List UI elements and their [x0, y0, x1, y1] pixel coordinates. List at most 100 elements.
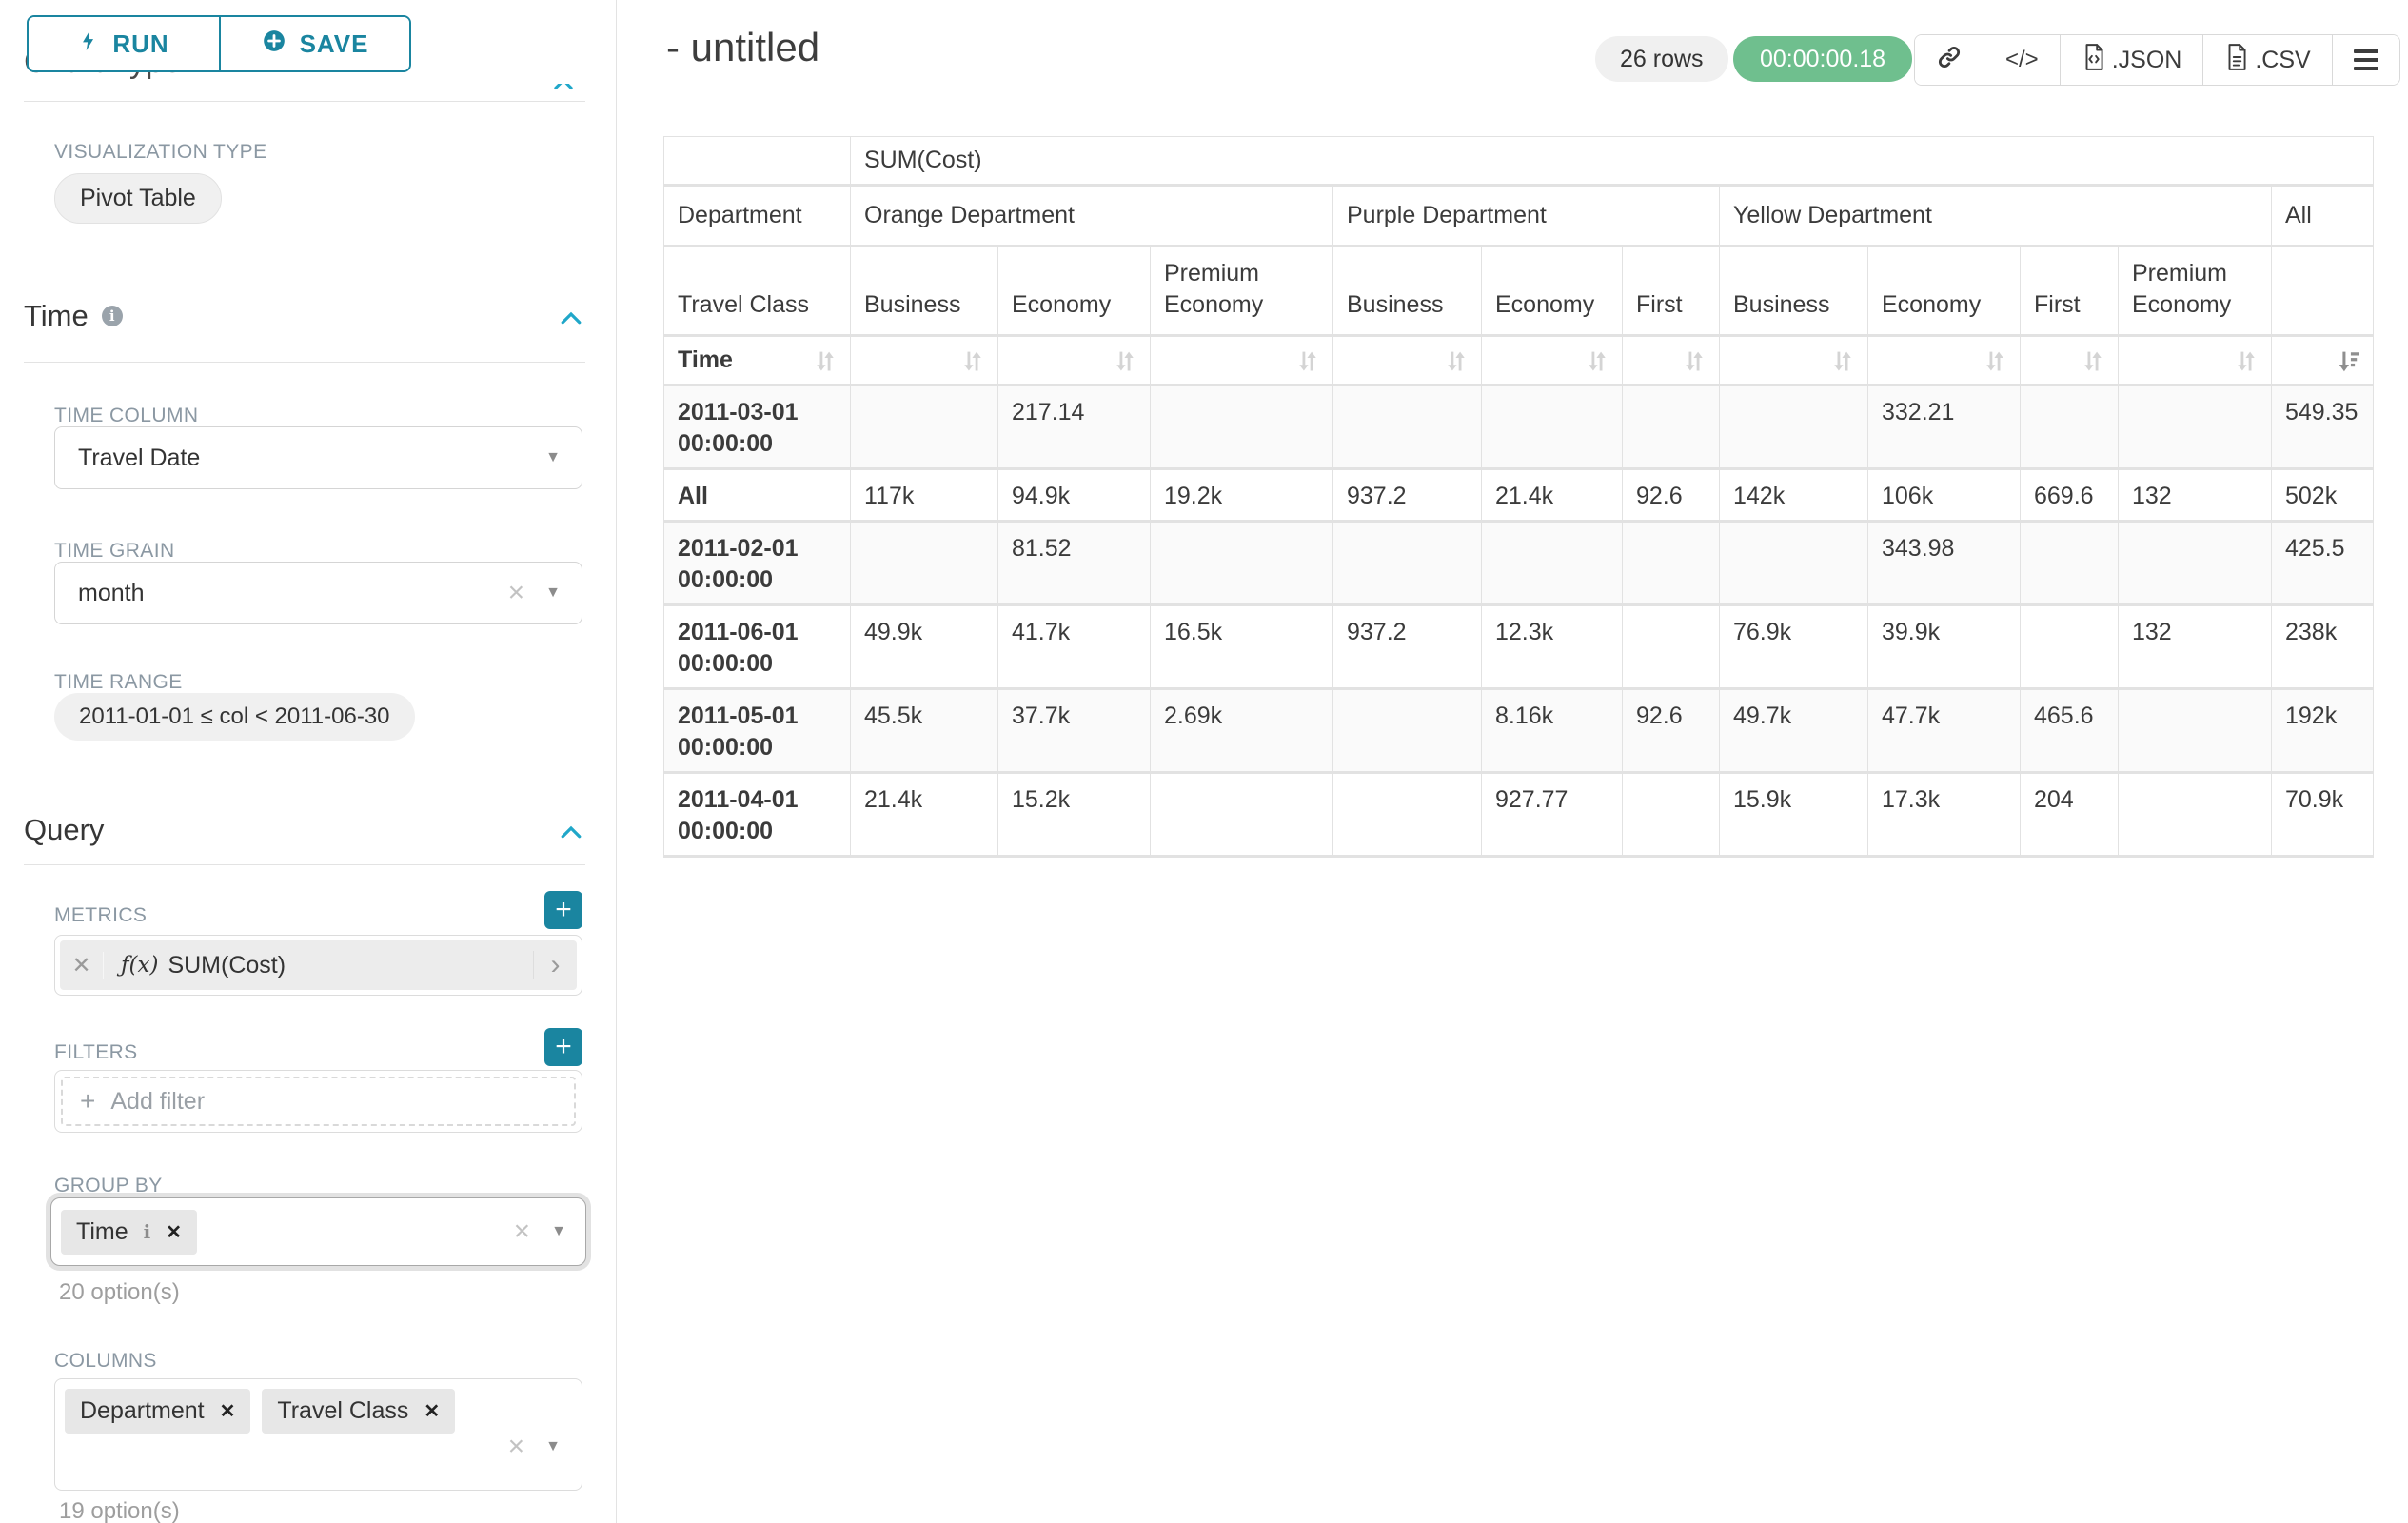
- row-axis-sort-header[interactable]: Time: [664, 337, 851, 386]
- sort-icon[interactable]: [812, 347, 839, 374]
- filters-label: FILTERS: [54, 1041, 138, 1064]
- pivot-cell: 549.35: [2272, 386, 2374, 470]
- export-json-button[interactable]: .JSON: [2060, 35, 2203, 85]
- columns-select[interactable]: Department✕Travel Class✕ × ▼: [54, 1378, 582, 1491]
- sort-icon[interactable]: [2080, 347, 2106, 374]
- time-section-title: Time i: [24, 299, 123, 333]
- column-sort-header[interactable]: [1868, 337, 2021, 386]
- share-link-button[interactable]: [1915, 35, 1984, 85]
- column-sort-header[interactable]: [2021, 337, 2119, 386]
- column-sort-header[interactable]: [2272, 337, 2374, 386]
- visualization-type-value[interactable]: Pivot Table: [54, 173, 222, 224]
- column-header: Business: [1720, 247, 1868, 337]
- sort-icon[interactable]: [1294, 347, 1321, 374]
- column-sort-header[interactable]: [1151, 337, 1333, 386]
- group-by-select[interactable]: Timei✕ × ▼: [50, 1197, 586, 1266]
- clear-icon[interactable]: ×: [514, 1217, 531, 1246]
- sort-icon[interactable]: [959, 347, 986, 374]
- remove-pill-icon[interactable]: ✕: [166, 1220, 182, 1244]
- pivot-cell: 49.9k: [851, 606, 998, 690]
- row-header: 2011-06-01 00:00:00: [664, 606, 851, 690]
- clear-icon[interactable]: ×: [508, 1433, 525, 1461]
- sort-icon[interactable]: [1829, 347, 1856, 374]
- info-icon: i: [102, 306, 123, 326]
- pivot-cell: 343.98: [1868, 523, 2021, 606]
- chevron-right-icon[interactable]: ›: [533, 951, 577, 979]
- pivot-cell: 37.7k: [998, 690, 1151, 774]
- column-header: First: [1623, 247, 1720, 337]
- json-file-icon: [2082, 43, 2106, 78]
- filters-control: + Add filter: [54, 1070, 582, 1133]
- sort-descending-icon[interactable]: [2335, 347, 2361, 374]
- run-button[interactable]: RUN: [29, 17, 219, 70]
- pivot-cell: 425.5: [2272, 523, 2374, 606]
- pivot-cell: 106k: [1868, 470, 2021, 523]
- column-header: First: [2021, 247, 2119, 337]
- sort-icon[interactable]: [1584, 347, 1610, 374]
- code-icon: </>: [2005, 47, 2039, 73]
- column-sort-header[interactable]: [1720, 337, 1868, 386]
- time-column-select[interactable]: Travel Date ▼: [54, 426, 582, 489]
- sort-icon[interactable]: [1681, 347, 1707, 374]
- clear-icon[interactable]: ×: [508, 579, 525, 607]
- pivot-corner: [664, 137, 851, 187]
- pivot-cell: [1151, 386, 1333, 470]
- add-filter-button[interactable]: +: [544, 1028, 582, 1066]
- page-title[interactable]: - untitled: [666, 25, 819, 70]
- sort-icon[interactable]: [2233, 347, 2260, 374]
- column-sort-header[interactable]: [998, 337, 1151, 386]
- export-csv-button[interactable]: .CSV: [2202, 35, 2331, 85]
- link-icon: [1936, 44, 1963, 77]
- run-save-button-group: RUN SAVE: [27, 15, 411, 72]
- pivot-cell: 16.5k: [1151, 606, 1333, 690]
- column-sort-header[interactable]: [2119, 337, 2272, 386]
- add-filter-dropzone[interactable]: + Add filter: [61, 1077, 576, 1126]
- columns-pill[interactable]: Department✕: [65, 1389, 250, 1434]
- table-row: 2011-05-01 00:00:0045.5k37.7k2.69k8.16k9…: [664, 690, 2374, 774]
- remove-pill-icon[interactable]: ✕: [424, 1399, 440, 1423]
- pivot-cell: 2.69k: [1151, 690, 1333, 774]
- sort-icon[interactable]: [1443, 347, 1470, 374]
- remove-pill-icon[interactable]: ✕: [220, 1399, 236, 1423]
- sort-icon[interactable]: [1112, 347, 1138, 374]
- time-grain-select[interactable]: month × ▼: [54, 562, 582, 624]
- pivot-cell: 217.14: [998, 386, 1151, 470]
- time-collapse-icon[interactable]: [557, 305, 585, 338]
- pivot-cell: 937.2: [1333, 470, 1482, 523]
- pivot-cell: 39.9k: [1868, 606, 2021, 690]
- query-collapse-icon[interactable]: [557, 819, 585, 852]
- pivot-cell: 15.2k: [998, 774, 1151, 858]
- pivot-cell: [1151, 523, 1333, 606]
- pivot-cell: 142k: [1720, 470, 1868, 523]
- pivot-cell: 47.7k: [1868, 690, 2021, 774]
- section-divider: [24, 864, 585, 865]
- chart-panel: - untitled 26 rows 00:00:00.18 </> .JSON…: [617, 0, 2408, 1523]
- remove-metric-icon[interactable]: ✕: [60, 952, 104, 979]
- section-divider: [24, 101, 585, 102]
- chart-type-collapse-icon[interactable]: [550, 84, 577, 93]
- menu-button[interactable]: [2332, 35, 2399, 85]
- columns-pill[interactable]: Travel Class✕: [262, 1389, 455, 1434]
- visualization-type-label: VISUALIZATION TYPE: [54, 141, 266, 164]
- pivot-cell: [1482, 386, 1623, 470]
- column-sort-header[interactable]: [1333, 337, 1482, 386]
- time-range-value[interactable]: 2011-01-01 ≤ col < 2011-06-30: [54, 693, 415, 741]
- view-query-button[interactable]: </>: [1984, 35, 2060, 85]
- pivot-cell: [1720, 386, 1868, 470]
- add-metric-button[interactable]: +: [544, 891, 582, 929]
- pivot-cell: 238k: [2272, 606, 2374, 690]
- save-button[interactable]: SAVE: [219, 17, 409, 70]
- pivot-cell: 45.5k: [851, 690, 998, 774]
- groupby-pill[interactable]: Timei✕: [61, 1210, 197, 1255]
- metric-pill[interactable]: ✕ ƒ(x) SUM(Cost) ›: [60, 940, 577, 990]
- pivot-cell: 19.2k: [1151, 470, 1333, 523]
- pivot-cell: [1623, 606, 1720, 690]
- chevron-down-icon: ▼: [545, 584, 561, 602]
- column-sort-header[interactable]: [1482, 337, 1623, 386]
- column-sort-header[interactable]: [851, 337, 998, 386]
- column-group-header: Purple Department: [1333, 187, 1720, 247]
- sort-icon[interactable]: [1982, 347, 2008, 374]
- column-sort-header[interactable]: [1623, 337, 1720, 386]
- pivot-cell: 41.7k: [998, 606, 1151, 690]
- pivot-cell: 15.9k: [1720, 774, 1868, 858]
